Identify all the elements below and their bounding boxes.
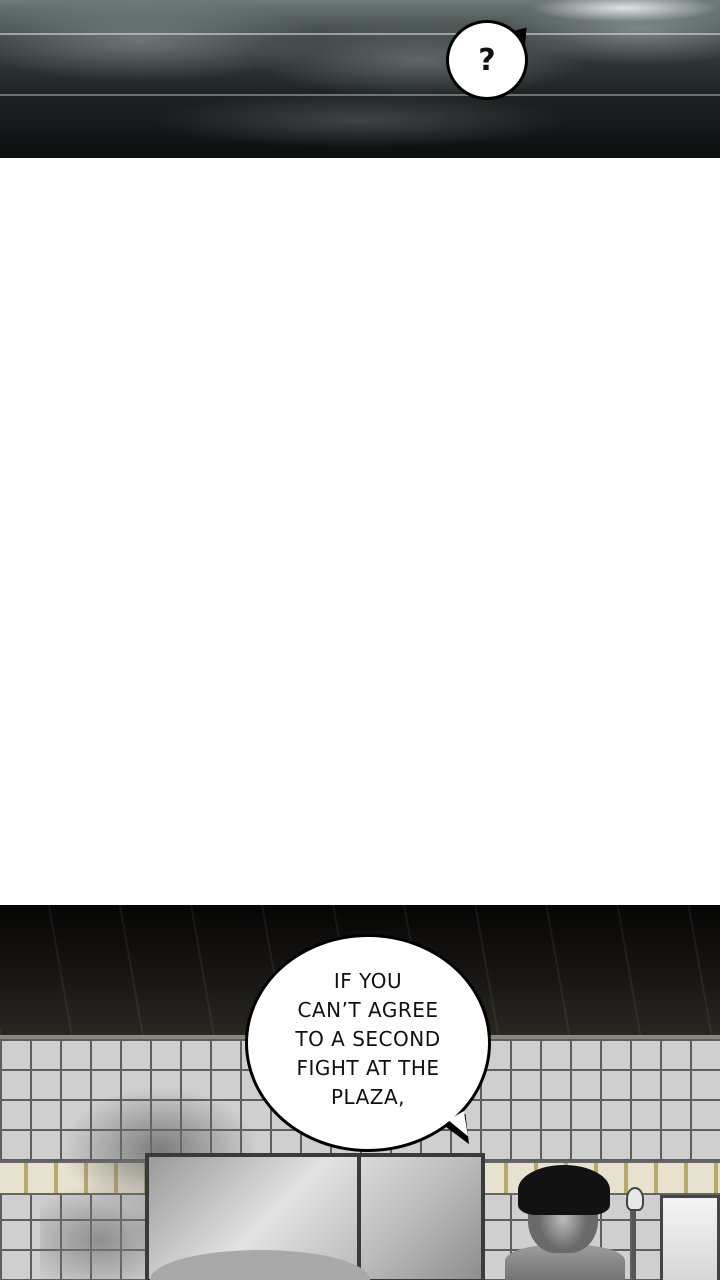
wall-mirror [660,1195,720,1280]
dialogue-text: IF YOU CAN’T AGREE TO A SECOND FIGHT AT … [283,967,453,1112]
character-hair [518,1165,610,1215]
question-speech-bubble: ? [446,20,528,100]
comic-panel-top: ? [0,0,720,158]
water-foam [530,0,720,22]
dialogue-line: IF YOU [333,968,403,993]
dialogue-line: TO A SECOND [295,1026,441,1051]
panel-gutter [0,158,720,905]
water-surface-line [0,94,720,96]
water-surface-line [0,33,720,35]
speech-bubble-text: ? [478,42,496,78]
door-frame-divider [357,1157,361,1280]
shower-head-icon [626,1187,644,1211]
dialogue-line: CAN’T AGREE [297,997,439,1022]
dialogue-line: FIGHT AT THE [296,1055,440,1080]
dialogue-line: PLAZA, [330,1084,406,1109]
shower-hose [632,1205,636,1280]
